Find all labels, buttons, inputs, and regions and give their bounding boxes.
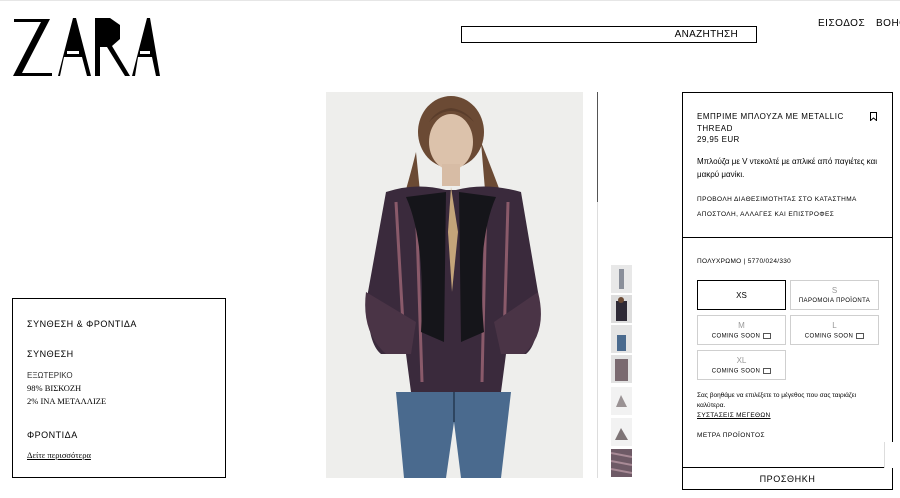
coming-soon-label: COMING SOON (711, 333, 761, 340)
product-measurements-link[interactable]: ΜΕΤΡΑ ΠΡΟΪΟΝΤΟΣ (697, 432, 765, 439)
composition-care-panel: ΣΥΝΘΕΣΗ & ΦΡΟΝΤΙΔΑ ΣΥΝΘΕΣΗ ΕΞΩΤΕΡΙΚΟ 98%… (12, 298, 226, 478)
product-name: ΕΜΠΡΙΜΕ ΜΠΛΟΥΖΑ ΜΕ METALLIC THREAD (697, 112, 844, 133)
color-reference: ΠΟΛΥΧΡΩΜΟ | 5770/024/330 (697, 258, 792, 265)
shipping-returns-link[interactable]: ΑΠΟΣΤΟΛΗ, ΑΛΛΑΓΕΣ ΚΑΙ ΕΠΙΣΤΡΟΦΕΣ (697, 211, 834, 218)
size-status: COMING SOON (698, 368, 785, 375)
zara-logo[interactable] (12, 15, 160, 79)
composition-heading: ΣΥΝΘΕΣΗ (27, 349, 74, 359)
envelope-icon (763, 333, 772, 339)
login-link[interactable]: ΕΙΣΟΔΟΣ (818, 18, 865, 29)
size-label: XS (736, 291, 747, 300)
thumbnail[interactable] (611, 325, 632, 353)
size-option-s[interactable]: S ΠΑΡΟΜΟΙΑ ΠΡΟΪΟΝΤΑ (790, 280, 879, 310)
product-image[interactable] (326, 92, 583, 478)
size-option-m[interactable]: M COMING SOON (697, 315, 786, 345)
size-status: ΠΑΡΟΜΟΙΑ ΠΡΟΪΟΝΤΑ (798, 298, 871, 304)
composition-care-title: ΣΥΝΘΕΣΗ & ΦΡΟΝΤΙΔΑ (27, 319, 137, 329)
size-option-xs[interactable]: XS (697, 280, 786, 310)
search-input[interactable]: ΑΝΑΖΗΤΗΣΗ (461, 26, 757, 43)
thumbnail[interactable] (611, 295, 632, 323)
search-label: ΑΝΑΖΗΤΗΣΗ (674, 29, 738, 40)
thumbnail[interactable] (611, 387, 632, 415)
size-option-l[interactable]: L COMING SOON (790, 315, 879, 345)
product-description: Μπλούζα με V ντεκολτέ με απλικέ από παγι… (697, 157, 877, 179)
chat-widget-tab[interactable] (884, 442, 900, 468)
material-line: 98% ΒΙΣΚΟΖΗ (27, 383, 82, 393)
size-selector-panel: ΠΟΛΥΧΡΩΜΟ | 5770/024/330 XS S ΠΑΡΟΜΟΙΑ Π… (682, 237, 893, 490)
size-label: XL (736, 356, 747, 365)
material-line: 2% ΙΝΑ ΜΕΤΑΛΛΙΖΕ (27, 396, 107, 406)
coming-soon-label: COMING SOON (804, 333, 854, 340)
see-more-link[interactable]: Δείτε περισσότερα (27, 450, 91, 460)
store-availability-link[interactable]: ΠΡΟΒΟΛΗ ΔΙΑΘΕΣΙΜΟΤΗΤΑΣ ΣΤΟ ΚΑΤΑΣΤΗΜΑ (697, 196, 857, 203)
help-link[interactable]: ΒΟΗΘΕΙΑ (876, 18, 900, 29)
size-guide-link[interactable]: ΣΥΣΤΑΣΕΙΣ ΜΕΓΕΘΩΝ (697, 412, 771, 419)
thumbnail[interactable] (611, 355, 632, 383)
size-label: L (832, 321, 837, 330)
add-to-cart-button[interactable]: ΠΡΟΣΘΗΚΗ (683, 467, 892, 489)
thumbnail[interactable] (611, 265, 632, 293)
thumbnail[interactable] (611, 449, 632, 477)
size-status: COMING SOON (698, 333, 785, 340)
size-status: COMING SOON (791, 333, 878, 340)
coming-soon-label: COMING SOON (711, 368, 761, 375)
care-heading: ΦΡΟΝΤΙΔΑ (27, 430, 78, 440)
thumbnail[interactable] (611, 418, 632, 446)
product-info-panel: ΕΜΠΡΙΜΕ ΜΠΛΟΥΖΑ ΜΕ METALLIC THREAD 29,95… (682, 92, 893, 238)
size-option-xl[interactable]: XL COMING SOON (697, 350, 786, 380)
exterior-label: ΕΞΩΤΕΡΙΚΟ (27, 371, 73, 380)
header-divider (0, 0, 900, 1)
image-scrollbar-thumb[interactable] (597, 92, 598, 202)
product-price: 29,95 EUR (697, 135, 740, 144)
size-label: S (831, 286, 838, 295)
envelope-icon (856, 333, 865, 339)
size-help-text: Σας βοηθάμε να επιλέξετε το μέγεθος που … (697, 392, 857, 409)
bookmark-icon[interactable] (870, 112, 877, 121)
envelope-icon (763, 368, 772, 374)
size-label: M (738, 321, 745, 330)
